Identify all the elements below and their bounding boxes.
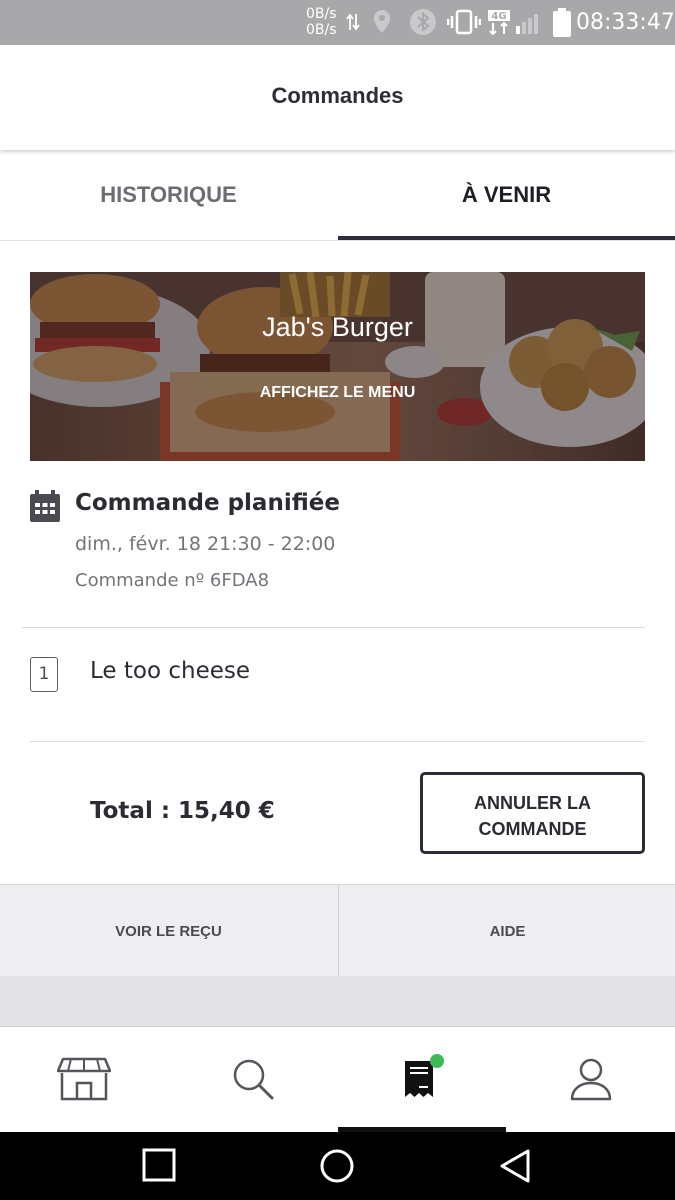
search-icon [233,1059,274,1100]
cancel-order-button[interactable]: ANNULER LA COMMANDE [420,772,645,854]
network-type-label: 4G [491,11,506,22]
divider [22,627,645,628]
page-title: Commandes [271,83,404,108]
status-bar: 0B/s 0B/s 4G 08:33:47 [0,0,675,45]
tab-a-venir[interactable]: À VENIR [338,152,675,240]
nav-item-orders[interactable] [338,1027,506,1133]
tab-bar: HISTORIQUE À VENIR [0,152,675,241]
store-icon [57,1057,111,1101]
notification-badge [430,1054,444,1068]
nav-item-profile[interactable] [507,1027,675,1133]
net-down: 0B/s [306,22,337,38]
item-quantity: 1 [30,657,58,692]
order-actions: VOIR LE REÇU AIDE [0,884,675,977]
bottom-navigation [0,1026,675,1133]
profile-icon [570,1058,612,1101]
nav-item-search[interactable] [169,1027,337,1133]
recent-apps-icon[interactable] [142,1148,176,1182]
calendar-icon [30,490,60,522]
order-total: Total : 15,40 € [90,798,275,824]
order-number: Commande nº 6FDA8 [75,570,270,591]
view-receipt-button[interactable]: VOIR LE REÇU [0,885,337,977]
network-speed: 0B/s 0B/s [306,6,337,38]
app-bar: Commandes [0,45,675,150]
battery-icon [553,8,571,37]
network-4g-icon: 4G [488,10,510,36]
vibrate-icon [447,9,481,35]
location-icon [374,10,390,33]
divider [30,741,645,742]
view-menu-link[interactable]: AFFICHEZ LE MENU [30,384,645,402]
banner-overlay [30,272,645,461]
restaurant-name: Jab's Burger [262,312,413,342]
back-icon[interactable] [498,1148,532,1184]
help-button[interactable]: AIDE [338,885,675,977]
restaurant-banner[interactable]: Jab's Burger AFFICHEZ LE MENU [30,272,645,461]
receipt-icon [405,1054,444,1097]
system-navigation-bar [0,1132,675,1200]
data-transfer-icon [346,13,360,31]
item-name: Le too cheese [90,658,251,684]
home-icon[interactable] [319,1148,355,1184]
net-up: 0B/s [306,6,337,22]
signal-icon [516,14,538,34]
order-status: Commande planifiée [75,490,340,516]
order-schedule: dim., févr. 18 21:30 - 22:00 [75,533,336,555]
spacer-band [0,976,675,1026]
clock: 08:33:47 [576,10,675,35]
active-tab-indicator [338,236,675,240]
nav-item-store[interactable] [0,1027,168,1133]
tab-historique[interactable]: HISTORIQUE [0,152,337,240]
bluetooth-icon [410,9,436,35]
